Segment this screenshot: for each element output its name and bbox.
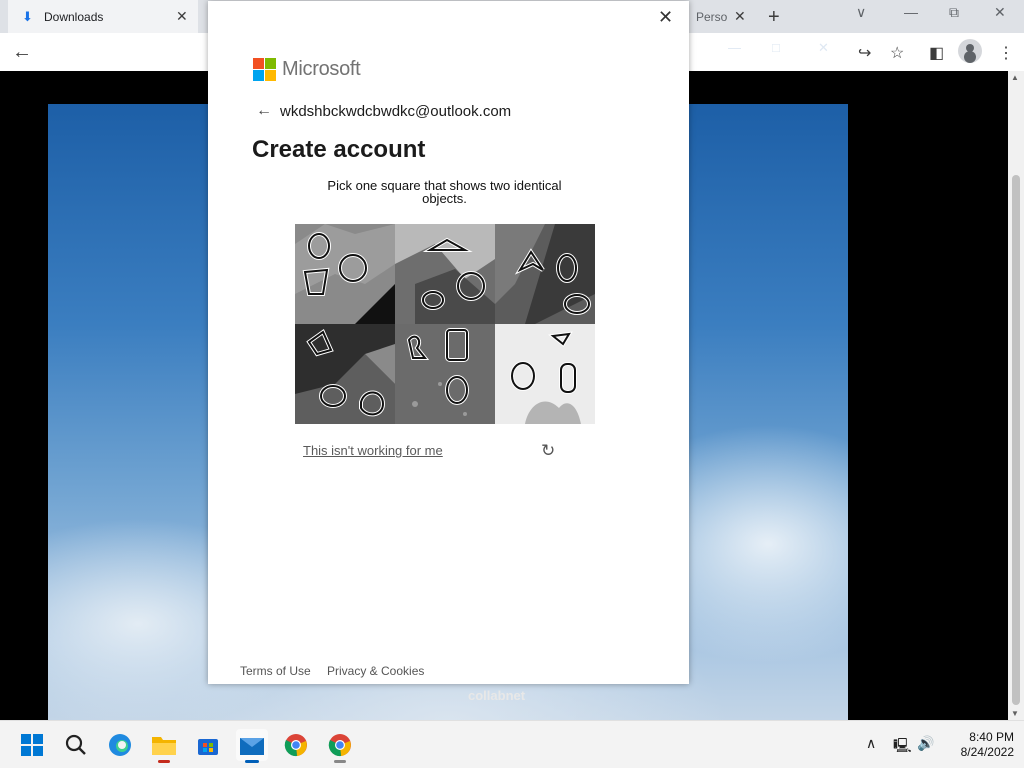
back-arrow-icon[interactable]: ← <box>12 41 32 64</box>
active-indicator <box>158 760 170 763</box>
close-icon[interactable]: ✕ <box>734 8 746 25</box>
share-icon[interactable]: ↪ <box>858 43 871 63</box>
tab-label: Downloads <box>44 9 104 24</box>
volume-icon[interactable]: 🔊 <box>917 735 934 752</box>
puzzle-tile-6[interactable] <box>495 324 595 424</box>
inner-minimize-icon[interactable]: — <box>728 40 741 55</box>
download-icon: ⬇ <box>22 8 33 24</box>
store-icon <box>198 739 218 755</box>
wallpaper-caption: collabnet <box>468 688 526 703</box>
tab-downloads[interactable]: ⬇ Downloads ✕ <box>8 0 198 33</box>
taskbar-clock[interactable]: 8:40 PM 8/24/2022 <box>944 730 1014 760</box>
clock-time: 8:40 PM <box>969 730 1014 744</box>
scroll-up-icon[interactable]: ▲ <box>1011 73 1019 82</box>
puzzle-tile-4[interactable] <box>295 324 395 424</box>
taskbar: ∧ 🖳 🔊 8:40 PM 8/24/2022 <box>0 720 1024 768</box>
tab-personal[interactable]: Perso ✕ <box>690 0 760 33</box>
microsoft-logo: Microsoft <box>253 58 361 81</box>
file-explorer-button[interactable] <box>148 729 180 763</box>
tab-search-chevron-icon[interactable]: ∨ <box>856 4 866 21</box>
windows-logo-icon <box>21 734 43 756</box>
chrome-button[interactable] <box>280 729 312 761</box>
profile-avatar-icon[interactable] <box>958 39 982 63</box>
page-title: Create account <box>252 136 426 163</box>
scroll-down-icon[interactable]: ▼ <box>1011 709 1019 718</box>
back-arrow-icon[interactable]: ← <box>256 102 272 120</box>
clock-date: 8/24/2022 <box>960 745 1014 759</box>
edge-button[interactable] <box>104 729 136 761</box>
running-indicator <box>334 760 346 763</box>
inner-maximize-icon[interactable]: □ <box>772 40 780 55</box>
help-link[interactable]: This isn't working for me <box>303 443 443 458</box>
new-tab-icon[interactable]: + <box>768 6 780 29</box>
puzzle-tile-1[interactable] <box>295 224 395 324</box>
start-button[interactable] <box>16 729 48 761</box>
mail-icon <box>240 738 264 755</box>
edge-icon <box>109 734 131 756</box>
chrome-icon <box>284 734 307 757</box>
search-icon <box>65 734 86 755</box>
search-button[interactable] <box>60 729 92 761</box>
store-button[interactable] <box>192 729 224 761</box>
inner-close-icon[interactable]: ✕ <box>818 40 829 56</box>
minimize-icon[interactable]: — <box>904 4 918 20</box>
folder-icon <box>152 737 176 755</box>
brand-name: Microsoft <box>282 58 361 80</box>
identity-banner[interactable]: ← wkdshbckwdcbwdkc@outlook.com <box>256 102 511 120</box>
active-indicator <box>245 760 259 763</box>
page-scrollbar[interactable]: ▲ ▼ <box>1008 71 1024 720</box>
puzzle-tile-5[interactable] <box>395 324 495 424</box>
tab-label: Perso <box>696 9 728 24</box>
terms-link[interactable]: Terms of Use <box>240 664 311 678</box>
create-account-dialog: ✕ Microsoft ← wkdshbckwdcbwdkc@outlook.c… <box>208 1 689 684</box>
puzzle-instruction: Pick one square that shows two identical… <box>327 178 562 206</box>
chevron-up-icon[interactable]: ∧ <box>866 735 876 752</box>
more-menu-icon[interactable]: ⋮ <box>998 43 1014 63</box>
network-icon[interactable]: 🖳 <box>893 735 912 759</box>
scroll-thumb[interactable] <box>1012 175 1020 705</box>
side-panel-icon[interactable]: ◧ <box>929 43 944 63</box>
chrome-button[interactable] <box>324 729 356 763</box>
privacy-link[interactable]: Privacy & Cookies <box>327 664 424 678</box>
puzzle-grid <box>295 224 595 424</box>
close-icon[interactable]: ✕ <box>658 7 673 28</box>
close-icon[interactable]: ✕ <box>176 8 188 25</box>
bookmark-star-icon[interactable]: ☆ <box>890 43 904 63</box>
chrome-icon <box>328 734 351 757</box>
account-email: wkdshbckwdcbwdkc@outlook.com <box>280 102 512 120</box>
microsoft-squares-icon <box>253 58 276 81</box>
mail-button[interactable] <box>236 729 268 763</box>
restore-icon[interactable]: ⧉ <box>949 4 959 21</box>
puzzle-tile-3[interactable] <box>495 224 595 324</box>
puzzle-tile-2[interactable] <box>395 224 495 324</box>
refresh-icon[interactable]: ↻ <box>541 441 555 461</box>
close-window-icon[interactable]: ✕ <box>994 4 1006 21</box>
